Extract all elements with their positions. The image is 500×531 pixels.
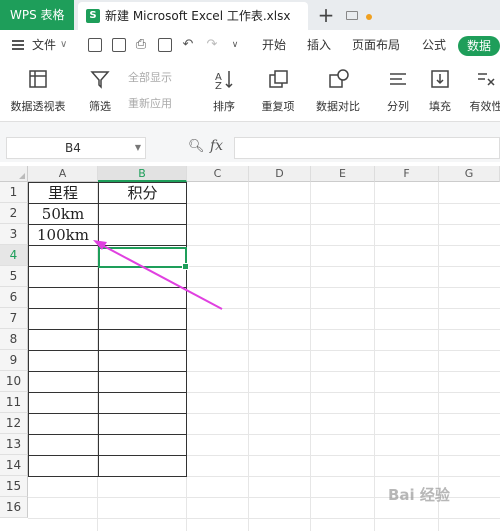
chevron-down-icon[interactable]: ∨ [60,30,67,60]
reapply-button[interactable]: 重新应用 [128,95,172,111]
file-menu[interactable]: 文件 [32,30,56,60]
unsaved-dot-icon [366,14,372,20]
spreadsheet-grid[interactable]: A B C D E F G 1 2 3 4 5 6 7 8 9 10 11 12 13 14 15 16 里程… [0,166,500,531]
zoom-icon[interactable]: 🔍︎ [188,139,205,154]
tab-home[interactable]: 开始 [262,30,286,60]
validity-button[interactable]: 有效性 [464,68,500,114]
chevron-down-icon[interactable]: ▼ [135,138,141,158]
tab-formulas[interactable]: 公式 [422,30,446,60]
pivot-table-button[interactable]: 数据透视表 [8,68,68,114]
fill-button[interactable]: 填充 [422,68,458,114]
validity-icon [478,73,495,86]
show-all-button[interactable]: 全部显示 [128,69,172,85]
sort-icon: AZ [215,71,233,90]
hamburger-menu-icon[interactable] [12,40,24,50]
duplicates-button[interactable]: 重复项 [256,68,300,114]
pivot-table-icon [29,70,47,88]
baidu-watermark: Bai 经验 [388,486,450,504]
tab-insert[interactable]: 插入 [307,30,331,60]
formula-input[interactable] [234,137,500,159]
title-bar: WPS 表格 S 新建 Microsoft Excel 工作表.xlsx + [0,0,500,30]
monitor-icon[interactable] [346,11,358,20]
wps-app-tab[interactable]: WPS 表格 [0,0,74,30]
compare-icon [329,69,349,88]
ribbon: 数据透视表 筛选 全部显示 重新应用 AZ 排序 重复项 数据对比 分列 填充 … [0,60,500,122]
save-icon[interactable] [88,38,102,52]
name-box[interactable]: B4 ▼ [6,137,146,159]
filter-icon [90,71,110,89]
new-tab-button[interactable]: + [316,2,336,28]
print-preview-icon[interactable] [158,38,172,52]
svg-text:Z: Z [215,81,222,90]
split-column-button[interactable]: 分列 [380,68,416,114]
menu-row: 文件 ∨ ⎙ ↶ ↷ ∨ 开始 插入 页面布局 公式 数据 [0,30,500,60]
data-compare-button[interactable]: 数据对比 [310,68,366,114]
tab-page-layout[interactable]: 页面布局 [352,30,400,60]
filter-button[interactable]: 筛选 [82,68,118,114]
file-tab-name: 新建 Microsoft Excel 工作表.xlsx [105,9,291,23]
more-chevron-icon[interactable]: ∨ [227,37,243,53]
export-icon[interactable] [112,38,126,52]
print-icon[interactable]: ⎙ [133,37,149,53]
fx-icon[interactable]: fx [210,138,223,154]
annotation-arrow [93,240,223,310]
duplicates-icon [269,70,288,88]
name-box-value: B4 [65,141,81,155]
redo-icon[interactable]: ↷ [204,37,220,53]
split-icon [390,73,406,85]
fill-down-icon [431,70,449,88]
undo-icon[interactable]: ↶ [180,37,196,53]
file-tab[interactable]: S 新建 Microsoft Excel 工作表.xlsx [78,2,372,30]
spreadsheet-icon: S [86,9,100,23]
tab-data[interactable]: 数据 [458,36,500,56]
sort-button[interactable]: AZ 排序 [206,68,242,114]
